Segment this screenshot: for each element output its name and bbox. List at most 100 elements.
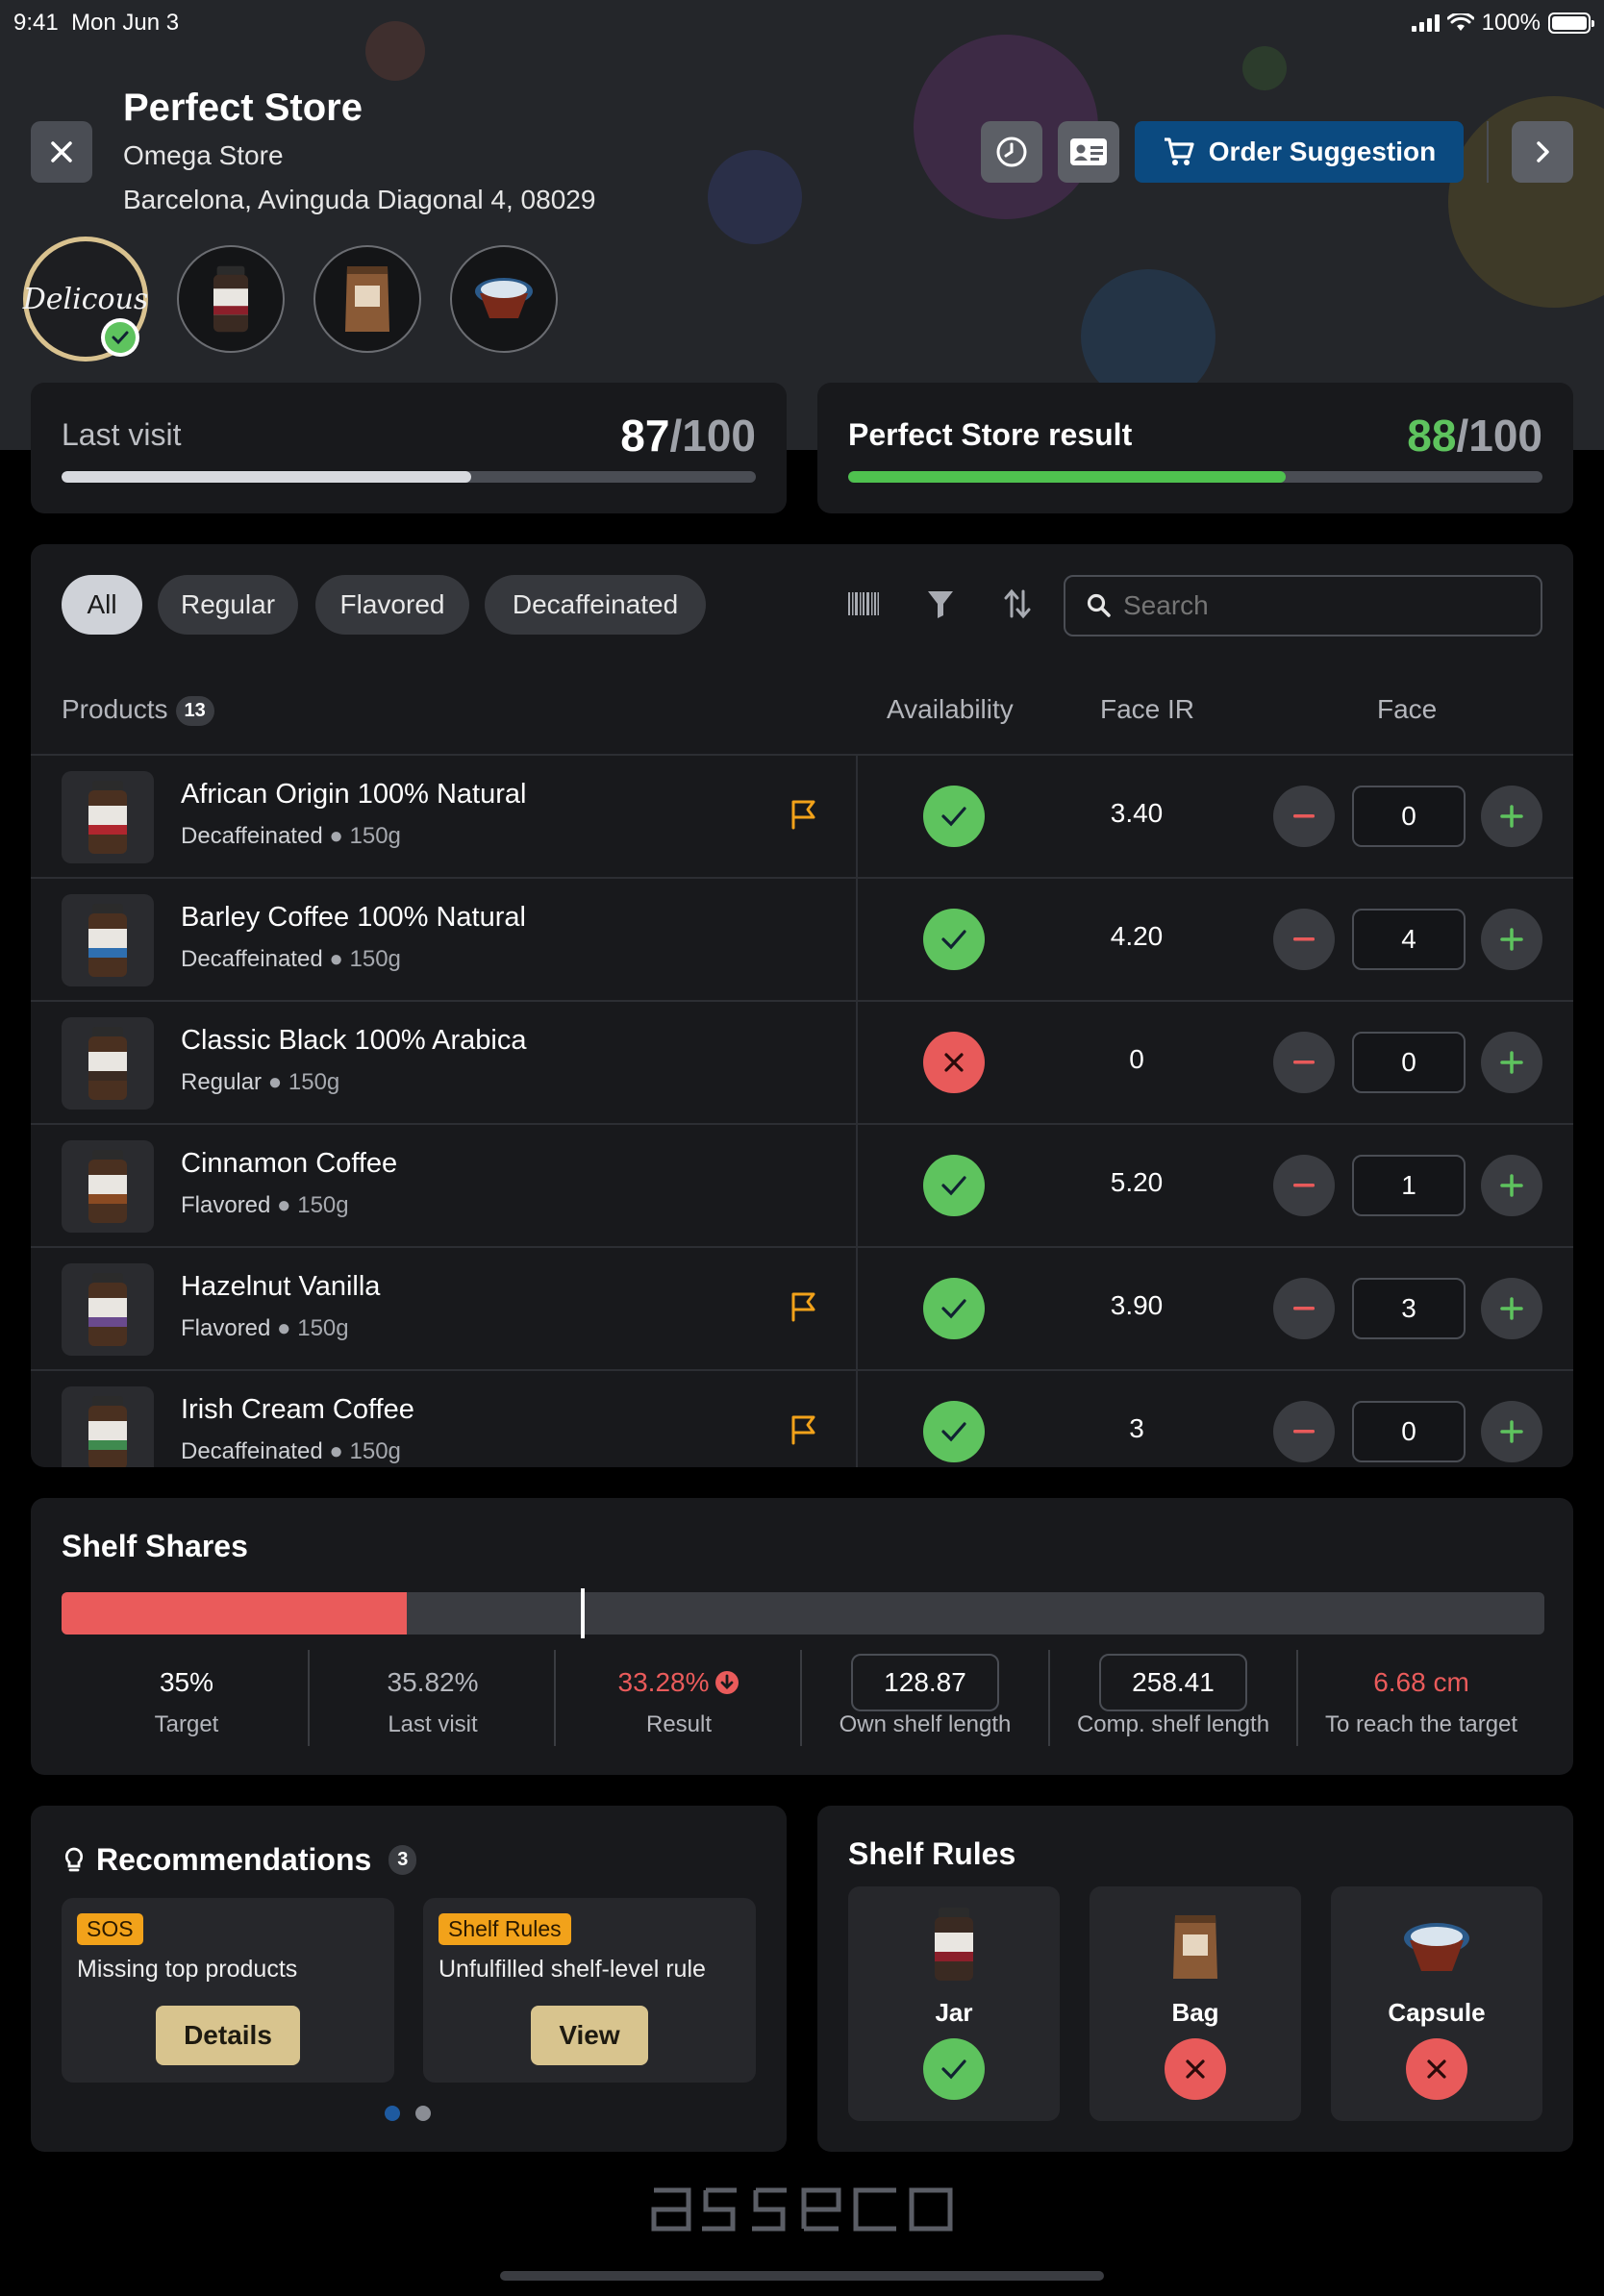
minus-icon	[1293, 1061, 1315, 1064]
table-row[interactable]: Barley Coffee 100% Natural Decaffeinated…	[31, 877, 1573, 1002]
history-button[interactable]	[981, 121, 1042, 183]
last-visit-score-card: Last visit 87/100	[31, 383, 787, 513]
available-check-icon[interactable]	[923, 1278, 985, 1339]
next-button[interactable]	[1512, 121, 1573, 183]
increment-button[interactable]	[1481, 1155, 1542, 1216]
recommendation-card: Shelf Rules Unfulfilled shelf-level rule…	[423, 1898, 756, 2083]
view-button[interactable]: View	[531, 2006, 648, 2065]
minus-icon	[1293, 814, 1315, 818]
last-visit-progress-bar	[62, 471, 756, 483]
check-icon	[923, 2038, 985, 2100]
product-weight: 150g	[349, 823, 401, 849]
face-quantity-input[interactable]: 3	[1352, 1278, 1466, 1339]
table-row[interactable]: Hazelnut Vanilla Flavored ● 150g 3.90 3	[31, 1246, 1573, 1371]
filter-chip-flavored[interactable]: Flavored	[315, 575, 469, 635]
stat-to-target-caption: To reach the target	[1324, 1711, 1518, 1737]
product-meta: Regular ● 150g	[181, 1069, 339, 1096]
close-button[interactable]	[31, 121, 92, 183]
face-quantity-input[interactable]: 0	[1352, 786, 1466, 847]
decrement-button[interactable]	[1273, 909, 1335, 970]
face-quantity-input[interactable]: 1	[1352, 1155, 1466, 1216]
filter-chip-regular[interactable]: Regular	[158, 575, 298, 635]
separator-dot: ●	[277, 1315, 291, 1341]
details-button[interactable]: Details	[156, 2006, 300, 2065]
face-quantity-input[interactable]: 4	[1352, 909, 1466, 970]
decrement-button[interactable]	[1273, 786, 1335, 847]
stat-result: 33.28% Result	[556, 1650, 802, 1746]
flag-icon[interactable]	[789, 1290, 819, 1328]
table-row[interactable]: Cinnamon Coffee Flavored ● 150g 5.20 1	[31, 1123, 1573, 1248]
decrement-button[interactable]	[1273, 1401, 1335, 1462]
search-input[interactable]	[1123, 590, 1527, 621]
face-quantity-input[interactable]: 0	[1352, 1401, 1466, 1462]
lightbulb-icon	[64, 1847, 84, 1871]
increment-button[interactable]	[1481, 1278, 1542, 1339]
unavailable-cross-icon[interactable]	[923, 1032, 985, 1093]
recommendations-title: Recommendations	[96, 1842, 372, 1877]
home-indicator[interactable]	[500, 2271, 1104, 2281]
column-divider	[856, 1371, 858, 1467]
battery-icon	[1548, 12, 1594, 34]
product-category: Decaffeinated	[181, 1438, 323, 1464]
product-weight: 150g	[297, 1192, 349, 1218]
available-check-icon[interactable]	[923, 786, 985, 847]
table-row[interactable]: African Origin 100% Natural Decaffeinate…	[31, 754, 1573, 879]
brand-capsule[interactable]	[450, 245, 558, 353]
jar-product-icon	[213, 265, 248, 333]
sort-button[interactable]	[998, 585, 1037, 623]
available-check-icon[interactable]	[923, 909, 985, 970]
page-title: Perfect Store	[123, 87, 363, 129]
decor-bubble	[1242, 46, 1287, 90]
table-row[interactable]: Classic Black 100% Arabica Regular ● 150…	[31, 1000, 1573, 1125]
recommendations-count-badge: 3	[388, 1845, 417, 1875]
asseco-logo	[650, 2183, 954, 2241]
carousel-dot[interactable]	[415, 2106, 431, 2121]
filter-chip-decaffeinated[interactable]: Decaffeinated	[485, 575, 706, 635]
filter-chip-all[interactable]: All	[62, 575, 142, 635]
jar-product-icon	[88, 1396, 127, 1467]
decrement-button[interactable]	[1273, 1032, 1335, 1093]
order-suggestion-button[interactable]: Order Suggestion	[1135, 121, 1464, 183]
available-check-icon[interactable]	[923, 1155, 985, 1216]
increment-button[interactable]	[1481, 1401, 1542, 1462]
decrement-button[interactable]	[1273, 1155, 1335, 1216]
shelf-rule-label: Bag	[1171, 1998, 1219, 2027]
stat-comp-shelf-caption: Comp. shelf length	[1076, 1711, 1270, 1737]
stat-own-shelf-caption: Own shelf length	[839, 1711, 1012, 1737]
face-quantity-input[interactable]: 0	[1352, 1032, 1466, 1093]
header-divider	[1487, 121, 1489, 183]
stat-comp-shelf-row: 258.41	[1050, 1654, 1296, 1711]
carousel-dot-active[interactable]	[385, 2106, 400, 2121]
table-row[interactable]: Irish Cream Coffee Decaffeinated ● 150g …	[31, 1369, 1573, 1467]
close-icon	[51, 141, 72, 162]
brand-bag[interactable]	[313, 245, 421, 353]
cart-icon	[1164, 137, 1194, 165]
product-meta: Decaffeinated ● 150g	[181, 1438, 401, 1465]
stat-last-visit-value: 35.82%	[387, 1667, 479, 1697]
comp-shelf-length-input[interactable]: 258.41	[1099, 1654, 1247, 1711]
product-meta: Flavored ● 150g	[181, 1192, 349, 1219]
recommendation-tag: SOS	[77, 1913, 143, 1945]
increment-button[interactable]	[1481, 786, 1542, 847]
own-shelf-length-input[interactable]: 128.87	[851, 1654, 999, 1711]
contact-card-button[interactable]	[1058, 121, 1119, 183]
order-suggestion-label: Order Suggestion	[1208, 137, 1437, 166]
product-category: Flavored	[181, 1315, 271, 1341]
product-name: Cinnamon Coffee	[181, 1148, 398, 1179]
filter-button[interactable]	[921, 585, 960, 623]
decrement-button[interactable]	[1273, 1278, 1335, 1339]
increment-button[interactable]	[1481, 1032, 1542, 1093]
brand-jar[interactable]	[177, 245, 285, 353]
brand-delicous[interactable]: Delicous	[23, 237, 148, 362]
face-ir-value: 4.20	[1110, 921, 1164, 951]
flag-icon[interactable]	[789, 798, 819, 836]
plus-icon	[1500, 928, 1523, 951]
flag-icon[interactable]	[789, 1413, 819, 1451]
minus-icon	[1293, 1430, 1315, 1434]
search-field[interactable]	[1064, 575, 1542, 636]
available-check-icon[interactable]	[923, 1401, 985, 1462]
increment-button[interactable]	[1481, 909, 1542, 970]
perfect-store-score: 88/100	[1407, 410, 1542, 462]
column-divider	[856, 756, 858, 879]
barcode-scan-button[interactable]	[844, 585, 883, 623]
